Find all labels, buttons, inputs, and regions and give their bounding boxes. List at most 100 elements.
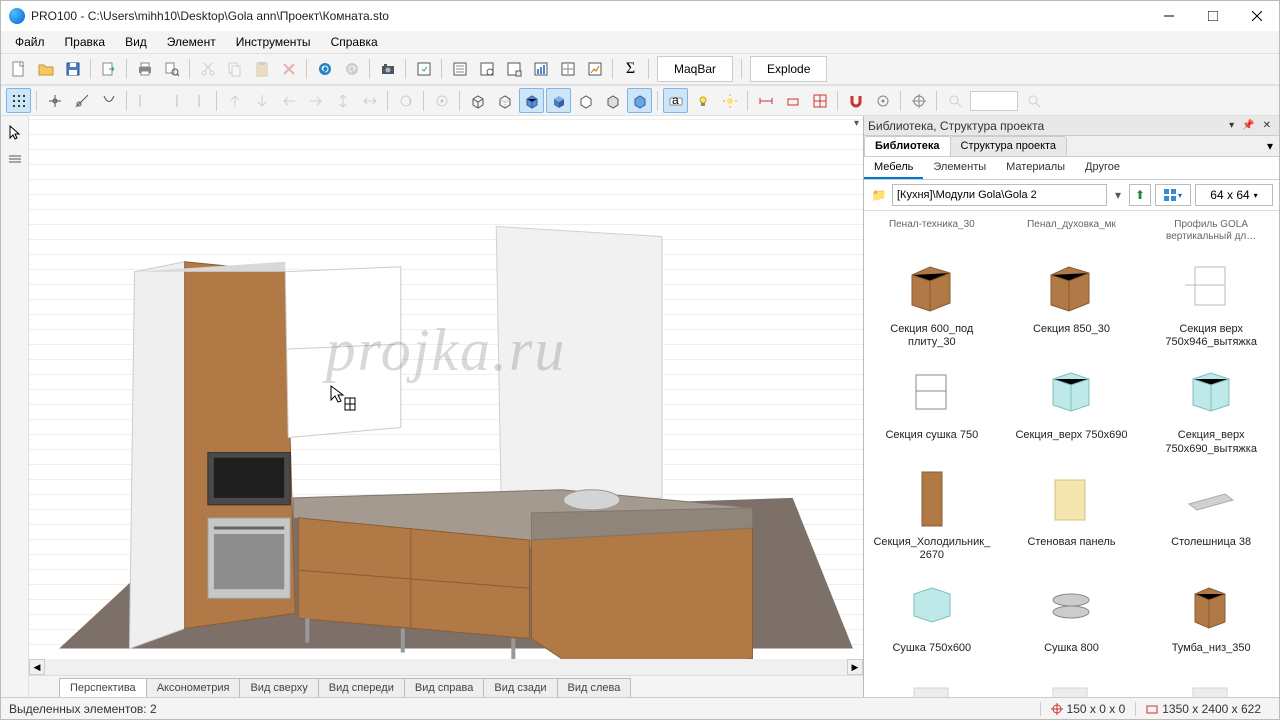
grid-red-icon[interactable]	[807, 88, 832, 113]
arrow-right-icon[interactable]	[303, 88, 328, 113]
scroll-right-icon[interactable]: ▶	[847, 659, 863, 675]
print-preview-icon[interactable]	[159, 57, 184, 82]
menu-element[interactable]: Элемент	[157, 32, 226, 52]
tool5-icon[interactable]	[3, 229, 27, 252]
list-item[interactable]: Секция верх 750х946_вытяжка	[1143, 251, 1279, 353]
list-item[interactable]: Секция_Холодильник_2670	[864, 464, 1000, 566]
menu-file[interactable]: Файл	[5, 32, 55, 52]
undo-icon[interactable]	[312, 57, 337, 82]
tab-axonometry[interactable]: Аксонометрия	[146, 678, 241, 697]
pin-icon[interactable]: 📌	[1238, 120, 1258, 131]
light-icon[interactable]	[690, 88, 715, 113]
library-path-input[interactable]	[892, 184, 1107, 206]
copy-icon[interactable]	[222, 57, 247, 82]
view-shaded-icon[interactable]	[546, 88, 571, 113]
redo-icon[interactable]	[339, 57, 364, 82]
rotate-icon[interactable]	[393, 88, 418, 113]
minimize-button[interactable]	[1147, 1, 1191, 31]
tool16-icon[interactable]	[3, 553, 27, 576]
list-item[interactable]: Секция 850_30	[1004, 251, 1140, 353]
report1-icon[interactable]	[447, 57, 472, 82]
tool3-icon[interactable]	[3, 175, 27, 198]
panel-menu-icon[interactable]: ▾	[1225, 120, 1238, 131]
view-hidden-icon[interactable]	[492, 88, 517, 113]
export-icon[interactable]	[96, 57, 121, 82]
list-item[interactable]	[1143, 663, 1279, 697]
save-icon[interactable]	[60, 57, 85, 82]
report5-icon[interactable]	[555, 57, 580, 82]
tool6-icon[interactable]	[3, 256, 27, 279]
tab-right[interactable]: Вид справа	[404, 678, 485, 697]
print-icon[interactable]	[132, 57, 157, 82]
pointer-icon[interactable]	[3, 120, 27, 143]
arrow-down-icon[interactable]	[249, 88, 274, 113]
tool8-icon[interactable]	[3, 323, 27, 346]
view-tex1-icon[interactable]	[573, 88, 598, 113]
list-item[interactable]: Стеновая панель	[1004, 464, 1140, 566]
report6-icon[interactable]	[582, 57, 607, 82]
list-item[interactable]: Секция_верх 750х690	[1004, 357, 1140, 459]
list-item[interactable]: Пенал_духовка_мк	[1004, 215, 1140, 247]
viewport-menu-icon[interactable]: ▾	[854, 118, 859, 129]
tab-top[interactable]: Вид сверху	[239, 678, 318, 697]
tool14-icon[interactable]	[3, 498, 27, 521]
snap3-icon[interactable]	[96, 88, 121, 113]
list-item[interactable]: Тумба_низ_350	[1143, 570, 1279, 659]
divider-icon[interactable]	[3, 147, 27, 170]
zoom-input[interactable]	[970, 91, 1018, 111]
tool13-icon[interactable]	[3, 471, 27, 494]
dim-v-icon[interactable]	[780, 88, 805, 113]
tab-perspective[interactable]: Перспектива	[59, 678, 147, 697]
viewport-hscroll[interactable]: ◀ ▶	[29, 659, 863, 675]
tab-front[interactable]: Вид спереди	[318, 678, 405, 697]
tool19-icon[interactable]	[3, 646, 27, 669]
panel-close-icon[interactable]: ✕	[1259, 120, 1275, 131]
list-item[interactable]: Профиль GOLA вертикальный дл…	[1143, 215, 1279, 247]
list-item[interactable]: Секция сушка 750	[864, 357, 1000, 459]
tool10-icon[interactable]	[3, 377, 27, 400]
align-c-icon[interactable]	[186, 88, 211, 113]
menu-help[interactable]: Справка	[321, 32, 388, 52]
list-item[interactable]	[864, 663, 1000, 697]
subtab-elements[interactable]: Элементы	[923, 157, 996, 179]
tool20-icon[interactable]	[3, 674, 27, 697]
list-item[interactable]: Сушка 750х600	[864, 570, 1000, 659]
arrows-lr-icon[interactable]	[357, 88, 382, 113]
viewport-3d[interactable]: projka.ru ▾	[29, 116, 863, 659]
tool7-icon[interactable]	[3, 284, 27, 307]
list-item[interactable]: Секция 600_под плиту_30	[864, 251, 1000, 353]
view-wire-icon[interactable]	[465, 88, 490, 113]
align-r-icon[interactable]	[159, 88, 184, 113]
labels-icon[interactable]: a	[663, 88, 688, 113]
maximize-button[interactable]	[1191, 1, 1235, 31]
view-solid-icon[interactable]	[519, 88, 544, 113]
list-item[interactable]: Сушка 800	[1004, 570, 1140, 659]
snap1-icon[interactable]	[42, 88, 67, 113]
list-item[interactable]	[1004, 663, 1140, 697]
tool11-icon[interactable]	[3, 405, 27, 428]
subtab-furniture[interactable]: Мебель	[864, 157, 923, 179]
tab-library[interactable]: Библиотека	[864, 136, 951, 156]
arrow-left-icon[interactable]	[276, 88, 301, 113]
sigma-icon[interactable]: Σ	[618, 57, 643, 82]
maqbar-button[interactable]: MaqBar	[657, 56, 733, 82]
list-item[interactable]: Пенал-техника_30	[864, 215, 1000, 247]
arrow-up-icon[interactable]	[222, 88, 247, 113]
tool18-icon[interactable]	[3, 619, 27, 642]
menu-tools[interactable]: Инструменты	[226, 32, 321, 52]
list-item[interactable]: Секция_верх 750х690_вытяжка	[1143, 357, 1279, 459]
scroll-left-icon[interactable]: ◀	[29, 659, 45, 675]
library-grid[interactable]: Пенал-техника_30 Пенал_духовка_мк Профил…	[864, 211, 1279, 697]
tool17-icon[interactable]	[3, 592, 27, 615]
report2-icon[interactable]	[474, 57, 499, 82]
snap2-icon[interactable]	[69, 88, 94, 113]
combo-chevron-icon[interactable]: ▾	[1111, 188, 1125, 202]
subtab-other[interactable]: Другое	[1075, 157, 1130, 179]
new-file-icon[interactable]	[6, 57, 31, 82]
menu-edit[interactable]: Правка	[55, 32, 116, 52]
menu-view[interactable]: Вид	[115, 32, 157, 52]
thumb-size[interactable]: 64 x 64▾	[1195, 184, 1273, 206]
center-icon[interactable]	[429, 88, 454, 113]
folder-up-icon[interactable]: ⬆	[1129, 184, 1151, 206]
target2-icon[interactable]	[906, 88, 931, 113]
